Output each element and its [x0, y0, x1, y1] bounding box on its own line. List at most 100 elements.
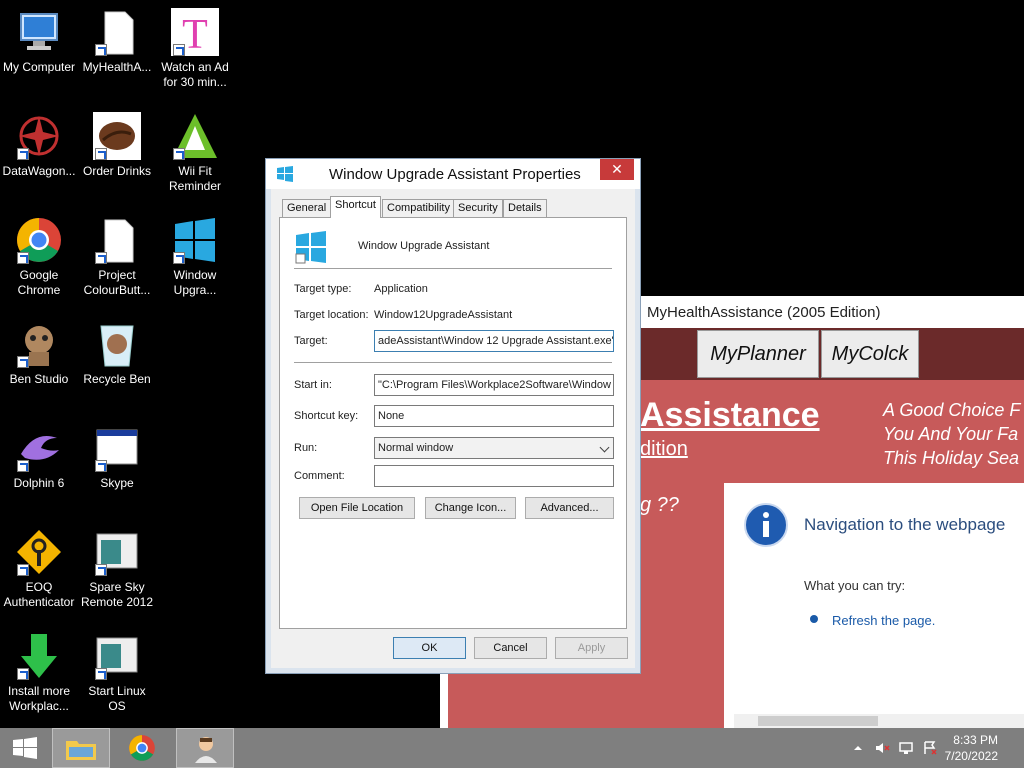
- shortcut-arrow-icon: [17, 668, 29, 680]
- horizontal-scrollbar[interactable]: [734, 714, 1024, 728]
- desktop-icon-window-upgrade[interactable]: Window Upgra...: [156, 216, 234, 298]
- tab-shortcut[interactable]: Shortcut: [330, 196, 381, 218]
- taskbar-file-explorer[interactable]: [52, 728, 110, 768]
- desktop-icon-label: Recycle Ben: [83, 372, 151, 386]
- desktop-icon-label: Order Drinks: [82, 164, 151, 178]
- target-location-value: Window12UpgradeAssistant: [374, 309, 513, 321]
- action-center-icon[interactable]: [922, 740, 938, 756]
- shortcut-arrow-icon: [95, 668, 107, 680]
- download-arrow-icon: [15, 632, 63, 680]
- cancel-button[interactable]: Cancel: [474, 637, 547, 659]
- desktop-icon-spare-sky[interactable]: Spare Sky Remote 2012: [78, 528, 156, 610]
- nav-tab-mycolck[interactable]: MyColck: [821, 330, 919, 378]
- app-name: Window Upgrade Assistant: [358, 240, 490, 252]
- close-icon: ✕: [611, 161, 623, 177]
- shortcut-arrow-icon: [95, 564, 107, 576]
- desktop-icon-wii-fit[interactable]: Wii Fit Reminder: [156, 112, 234, 194]
- comment-input[interactable]: [374, 465, 614, 487]
- desktop-icon-google-chrome[interactable]: Google Chrome: [0, 216, 78, 298]
- starburst-icon: [15, 112, 63, 160]
- windows-logo-icon: [295, 231, 326, 264]
- document-icon: [93, 8, 141, 56]
- desktop-icon-label: Project ColourButt...: [83, 268, 151, 297]
- start-in-label: Start in:: [294, 379, 332, 391]
- chrome-icon: [15, 216, 63, 264]
- chrome-icon: [129, 735, 155, 761]
- clock-date: 7/20/2022: [944, 749, 998, 763]
- start-in-input[interactable]: "C:\Program Files\Workplace2Software\Win…: [374, 374, 614, 396]
- desktop-icon-eoq[interactable]: EOQ Authenticator: [0, 528, 78, 610]
- shortcut-arrow-icon: [173, 44, 185, 56]
- desktop-icon-my-computer[interactable]: My Computer: [0, 8, 78, 75]
- scrollbar-thumb[interactable]: [758, 716, 878, 726]
- folder-icon: [66, 741, 96, 760]
- windows-logo-icon: [277, 166, 293, 182]
- run-select-value: Normal window: [378, 442, 454, 454]
- desktop-icon-watch-ad[interactable]: T Watch an Ad for 30 min...: [156, 8, 234, 90]
- computer-icon: [15, 8, 63, 56]
- target-type-label: Target type:: [294, 283, 352, 295]
- pink-t-icon: T: [171, 8, 219, 58]
- tab-security[interactable]: Security: [453, 199, 503, 217]
- desktop-icon-datawagon[interactable]: DataWagon...: [0, 112, 78, 179]
- network-icon[interactable]: [898, 740, 914, 756]
- svg-text:T: T: [182, 12, 208, 56]
- desktop-icon-dolphin[interactable]: Dolphin 6: [0, 424, 78, 491]
- error-try-text: What you can try:: [804, 578, 906, 593]
- desktop-icon-myhealth[interactable]: MyHealthA...: [78, 8, 156, 75]
- app-question: g ??: [640, 494, 679, 516]
- tab-general[interactable]: General: [282, 199, 332, 217]
- ok-button[interactable]: OK: [393, 637, 466, 659]
- shortcut-arrow-icon: [17, 252, 29, 264]
- run-select[interactable]: Normal window: [374, 437, 614, 459]
- desktop-icon-label: Ben Studio: [9, 372, 69, 386]
- bullet-icon: [810, 615, 818, 623]
- window-app-icon: [93, 528, 141, 576]
- separator: [294, 268, 612, 269]
- target-input[interactable]: adeAssistant\Window 12 Upgrade Assistant…: [374, 330, 614, 352]
- nav-tab-myplanner[interactable]: MyPlanner: [697, 330, 819, 378]
- target-label: Target:: [294, 335, 328, 347]
- open-file-location-button[interactable]: Open File Location: [299, 497, 415, 519]
- desktop-icon-install-more[interactable]: Install more Workplac...: [0, 632, 78, 714]
- recycle-bin-icon: [93, 320, 141, 368]
- properties-dialog[interactable]: Window Upgrade Assistant Properties ✕ Ge…: [265, 158, 641, 674]
- app-subheading: dition: [640, 438, 688, 460]
- run-label: Run:: [294, 442, 318, 454]
- coffee-bean-icon: [93, 112, 141, 160]
- document-icon: [93, 216, 141, 264]
- dog-icon: [15, 320, 63, 368]
- tab-compatibility[interactable]: Compatibility: [382, 199, 455, 217]
- volume-muted-icon[interactable]: [874, 740, 890, 756]
- tab-details[interactable]: Details: [503, 199, 547, 217]
- taskbar-myhealth[interactable]: [176, 728, 234, 768]
- desktop-icon-project-colour[interactable]: Project ColourButt...: [78, 216, 156, 298]
- desktop-icon-recycle-ben[interactable]: Recycle Ben: [78, 320, 156, 387]
- start-button[interactable]: [0, 728, 58, 768]
- desktop-icon-skype[interactable]: Skype: [78, 424, 156, 491]
- refresh-link[interactable]: Refresh the page.: [832, 613, 935, 628]
- desktop-icon-start-linux[interactable]: Start Linux OS: [78, 632, 156, 714]
- chevron-up-icon[interactable]: [850, 740, 866, 756]
- desktop-icon-label: My Computer: [2, 60, 76, 74]
- change-icon-button[interactable]: Change Icon...: [425, 497, 516, 519]
- desktop-icon-label: Spare Sky Remote 2012: [80, 580, 154, 609]
- taskbar-chrome[interactable]: [114, 728, 172, 768]
- close-button[interactable]: ✕: [600, 159, 634, 180]
- shortcut-arrow-icon: [95, 44, 107, 56]
- shortcut-key-input[interactable]: None: [374, 405, 614, 427]
- slogan-line-1: A Good Choice F: [883, 400, 1021, 420]
- shortcut-arrow-icon: [173, 148, 185, 160]
- desktop-icon-ben-studio[interactable]: Ben Studio: [0, 320, 78, 387]
- desktop-icon-label: Google Chrome: [17, 268, 61, 297]
- taskbar-clock[interactable]: 8:33 PM 7/20/2022: [945, 732, 998, 764]
- comment-label: Comment:: [294, 470, 345, 482]
- slogan-line-2: You And Your Fa: [883, 424, 1019, 444]
- desktop-icon-order-drinks[interactable]: Order Drinks: [78, 112, 156, 179]
- desktop-icon-label: Install more Workplac...: [7, 684, 71, 713]
- apply-button[interactable]: Apply: [555, 637, 628, 659]
- shortcut-arrow-icon: [95, 460, 107, 472]
- desktop-icon-label: Window Upgra...: [173, 268, 217, 297]
- error-heading: Navigation to the webpage: [804, 515, 1006, 534]
- advanced-button[interactable]: Advanced...: [525, 497, 614, 519]
